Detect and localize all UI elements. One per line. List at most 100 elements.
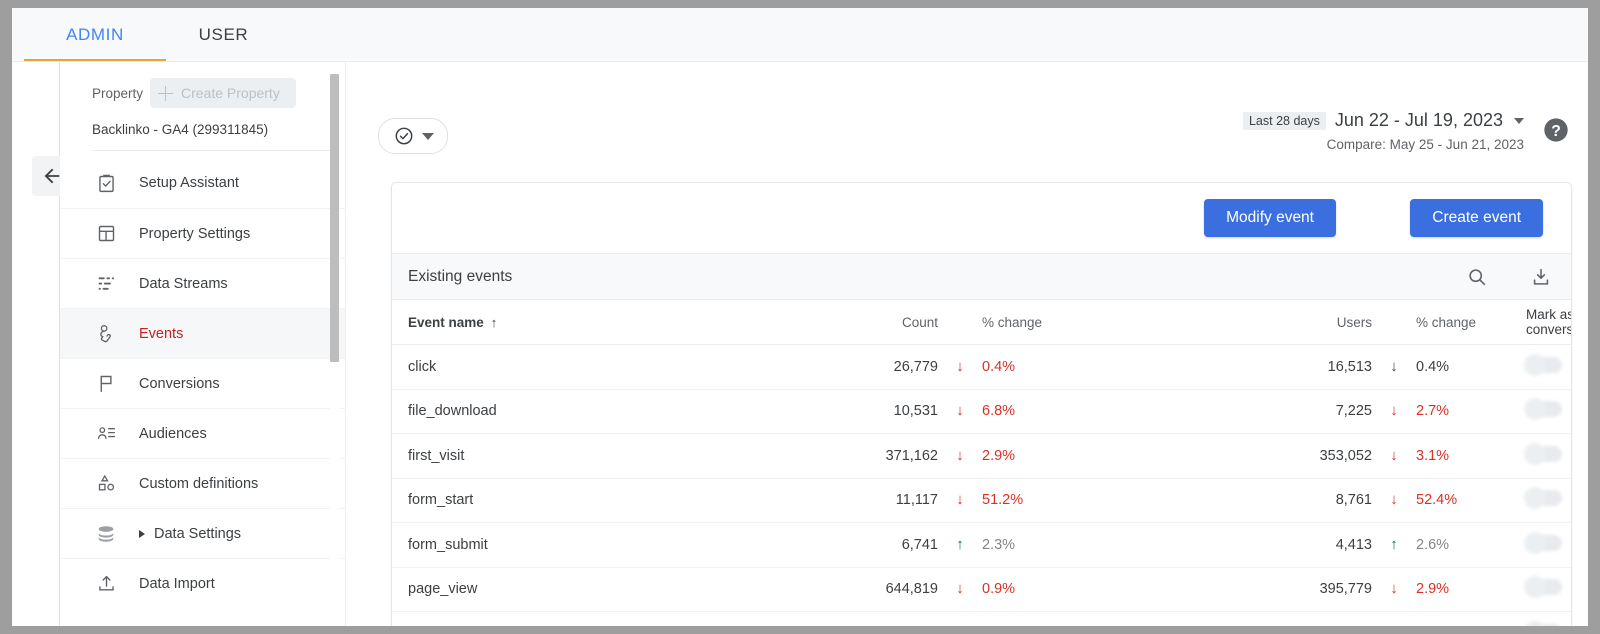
app-viewport: ADMIN USER Property Create Property Back… (12, 8, 1588, 626)
table-row[interactable]: click26,779↓0.4%16,513↓0.4% (392, 345, 1571, 390)
users-change-cell: 3.1% (1416, 434, 1526, 479)
col-users-change[interactable]: % change (1416, 300, 1526, 345)
count-change-cell: 1.6% (982, 612, 1092, 627)
event-name-cell[interactable]: click (392, 345, 798, 390)
help-button[interactable]: ? (1542, 116, 1570, 144)
mark-as-conversion-toggle[interactable] (1526, 357, 1562, 373)
sidebar-item-events[interactable]: Events (60, 308, 345, 358)
arrow-down-icon: ↓ (1390, 402, 1398, 419)
section-title: Existing events (408, 268, 512, 286)
users-cell: 16,513 (1222, 345, 1372, 390)
arrow-down-icon: ↓ (1390, 447, 1398, 464)
sidebar-item-conversions[interactable]: Conversions (60, 358, 345, 408)
col-users[interactable]: Users (1222, 300, 1372, 345)
users-change-cell: 0.4% (1416, 345, 1526, 390)
mark-as-conversion-toggle[interactable] (1526, 446, 1562, 462)
clipboard-check-icon (94, 171, 118, 195)
arrow-down-icon: ↓ (1390, 358, 1398, 375)
card-action-bar: Modify event Create event (392, 183, 1571, 253)
tab-admin[interactable]: ADMIN (24, 8, 166, 62)
date-preset-chip[interactable]: Last 28 days (1243, 112, 1326, 130)
table-section-header: Existing events (392, 253, 1571, 300)
col-count[interactable]: Count (798, 300, 938, 345)
count-change-cell: 2.9% (982, 434, 1092, 479)
sidebar-scrollbar-thumb[interactable] (330, 74, 339, 362)
sidebar-item-setup-assistant[interactable]: Setup Assistant (60, 158, 345, 208)
create-property-button[interactable]: Create Property (150, 78, 296, 108)
event-name-cell[interactable]: scroll (392, 612, 798, 627)
sort-ascending-icon: ↑ (491, 315, 498, 330)
create-event-button[interactable]: Create event (1410, 199, 1543, 237)
sidebar-item-custom-definitions[interactable]: Custom definitions (60, 458, 345, 508)
property-divider (92, 150, 334, 151)
property-label: Property (92, 86, 143, 101)
sidebar: Property Create Property Backlinko - GA4… (60, 62, 345, 626)
event-name-cell[interactable]: file_download (392, 389, 798, 434)
create-property-label: Create Property (181, 85, 280, 101)
top-tab-bar: ADMIN USER (12, 8, 1588, 62)
sidebar-item-data-streams[interactable]: Data Streams (60, 258, 345, 308)
download-icon[interactable] (1529, 265, 1553, 289)
conversion-toggle-cell (1526, 612, 1571, 627)
sidebar-item-data-settings[interactable]: Data Settings (60, 508, 345, 558)
table-row[interactable]: file_download10,531↓6.8%7,225↓2.7% (392, 389, 1571, 434)
table-header-row: Event name ↑ Count % change Users % chang… (392, 300, 1571, 345)
mark-as-conversion-toggle[interactable] (1526, 401, 1562, 417)
users-change-cell: 2.7% (1416, 389, 1526, 434)
arrow-up-icon: ↑ (1390, 536, 1398, 553)
table-row[interactable]: form_submit6,741↑2.3%4,413↑2.6% (392, 523, 1571, 568)
sidebar-item-label: Audiences (139, 426, 207, 442)
data-streams-icon (94, 272, 118, 296)
tab-admin-label: ADMIN (66, 10, 124, 60)
arrow-up-icon: ↑ (956, 625, 964, 626)
sidebar-item-audiences[interactable]: Audiences (60, 408, 345, 458)
col-count-arrow-spacer (938, 300, 982, 345)
date-range-value[interactable]: Jun 22 - Jul 19, 2023 (1335, 110, 1503, 131)
table-row[interactable]: form_start11,117↓51.2%8,761↓52.4% (392, 478, 1571, 523)
count-trend-arrow: ↑ (938, 523, 982, 568)
modify-event-button[interactable]: Modify event (1204, 199, 1336, 237)
users-trend-arrow: ↑ (1372, 523, 1416, 568)
mark-as-conversion-toggle[interactable] (1526, 535, 1562, 551)
sidebar-item-label: Data Import (139, 576, 215, 592)
event-name-cell[interactable]: first_visit (392, 434, 798, 479)
row-spacer (1092, 612, 1222, 627)
row-spacer (1092, 389, 1222, 434)
count-change-value: 51.2% (982, 492, 1023, 508)
sidebar-item-label: Setup Assistant (139, 175, 239, 191)
event-name-cell[interactable]: form_start (392, 478, 798, 523)
event-name-cell[interactable]: page_view (392, 567, 798, 612)
table-row[interactable]: scroll93,031↑1.6%70,179↑0.1% (392, 612, 1571, 627)
tab-user[interactable]: USER (166, 8, 281, 62)
mark-as-conversion-toggle[interactable] (1526, 624, 1562, 626)
upload-icon (94, 572, 118, 596)
sidebar-item-label: Data Settings (154, 526, 241, 542)
sidebar-item-property-settings[interactable]: Property Settings (60, 208, 345, 258)
conversion-toggle-cell (1526, 567, 1571, 612)
count-change-cell: 0.9% (982, 567, 1092, 612)
users-cell: 70,179 (1222, 612, 1372, 627)
triangle-down-icon (422, 133, 434, 140)
sidebar-item-data-import[interactable]: Data Import (60, 558, 345, 608)
count-cell: 371,162 (798, 434, 938, 479)
expand-caret-icon[interactable] (139, 530, 145, 538)
search-icon[interactable] (1465, 265, 1489, 289)
table-row[interactable]: page_view644,819↓0.9%395,779↓2.9% (392, 567, 1571, 612)
chevron-down-icon[interactable] (1514, 118, 1524, 124)
view-selector[interactable] (378, 118, 448, 154)
count-trend-arrow: ↓ (938, 389, 982, 434)
arrow-down-icon: ↓ (956, 491, 964, 508)
row-spacer (1092, 345, 1222, 390)
users-change-value: 2.9% (1416, 581, 1449, 597)
event-name-cell[interactable]: form_submit (392, 523, 798, 568)
col-mark-as-conversion: Mark as conversion ? (1526, 300, 1571, 345)
users-change-cell: 2.9% (1416, 567, 1526, 612)
arrow-up-icon: ↑ (956, 536, 964, 553)
table-row[interactable]: first_visit371,162↓2.9%353,052↓3.1% (392, 434, 1571, 479)
col-count-change[interactable]: % change (982, 300, 1092, 345)
col-event-name[interactable]: Event name ↑ (392, 300, 798, 345)
col-event-name-label: Event name (408, 315, 484, 330)
mark-as-conversion-toggle[interactable] (1526, 579, 1562, 595)
mark-as-conversion-toggle[interactable] (1526, 490, 1562, 506)
property-name[interactable]: Backlinko - GA4 (299311845) (92, 122, 268, 137)
